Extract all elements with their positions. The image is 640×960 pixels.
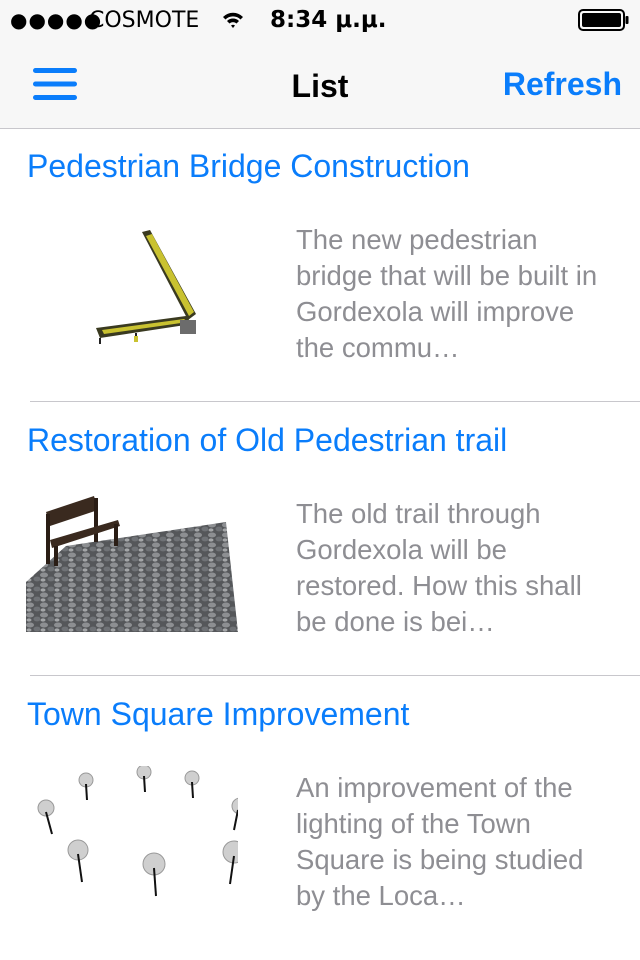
list-item-description: An improvement of the lighting of the To…: [296, 772, 584, 911]
carrier-name: COSMOTE: [89, 8, 200, 33]
bridge-model-thumbnail: [96, 230, 196, 344]
street-lights-thumbnail: [37, 766, 238, 897]
list-item-description: The old trail through Gordexola will be …: [296, 498, 582, 637]
bench-on-cobblestone-thumbnail: [26, 496, 238, 632]
status-bar: ●●●●● COSMOTE 8:34 μ.μ.: [0, 0, 640, 40]
battery-icon: [578, 9, 629, 31]
list-item[interactable]: Restoration of Old Pedestrian trail The …: [0, 402, 640, 676]
list-item[interactable]: Town Square Improvement An improvement o…: [0, 676, 640, 950]
wifi-icon: [223, 12, 243, 28]
refresh-button[interactable]: Refresh: [503, 66, 622, 103]
navigation-bar: List Refresh: [0, 40, 640, 129]
list-item[interactable]: Pedestrian Bridge Construction The new p…: [0, 128, 640, 402]
list-item-title: Restoration of Old Pedestrian trail: [27, 422, 508, 458]
list-item-title: Pedestrian Bridge Construction: [27, 148, 470, 184]
list-item-title: Town Square Improvement: [27, 696, 410, 732]
status-time: 8:34 μ.μ.: [270, 7, 387, 33]
list-item-description: The new pedestrian bridge that will be b…: [296, 224, 598, 363]
